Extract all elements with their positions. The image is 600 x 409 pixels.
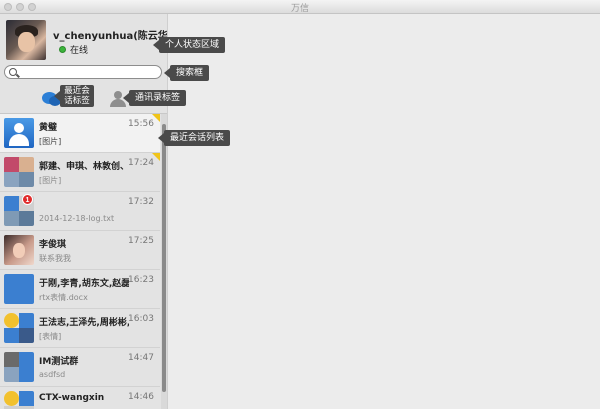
conversation-time: 17:32 — [128, 197, 154, 207]
conversation-time: 16:23 — [128, 275, 154, 285]
list-item[interactable]: 于刚,李青,胡东文,赵磊, 16:23 rtx表情.docx — [0, 270, 160, 309]
conversation-name: 黄璧 — [39, 123, 58, 133]
callout-search-box: 搜索框 — [163, 65, 210, 81]
search-icon — [9, 68, 17, 76]
group-avatar — [4, 352, 34, 382]
conversation-name: 李俊琪 — [39, 240, 67, 250]
scrollbar-thumb[interactable] — [162, 124, 166, 392]
callout-recent-tab: 最近会话标签 — [54, 85, 94, 107]
list-item[interactable]: 郭建、申琪、林敦创、张 17:24 [图片] — [0, 153, 160, 192]
callout-profile-area: 个人状态区域 — [152, 37, 226, 53]
callout-contacts-tab: 通讯录标签 — [122, 90, 187, 106]
group-avatar — [4, 157, 34, 187]
search-input[interactable] — [19, 66, 157, 78]
conversation-name: 于刚,李青,胡东文,赵磊, — [39, 279, 129, 289]
conversation-preview: [图片] — [39, 137, 62, 146]
my-avatar[interactable] — [6, 20, 46, 60]
list-item[interactable]: CTX-wangxin 14:46 fd — [0, 387, 160, 409]
online-status-icon[interactable] — [59, 46, 66, 53]
photo-avatar — [4, 235, 34, 265]
conversation-name: 王法志,王泽先,周彬彬,邢 — [39, 318, 129, 328]
callout-chat-list: 最近会话列表 — [157, 130, 231, 146]
conversation-name: 郭建、申琪、林敦创、张 — [39, 162, 129, 172]
flag-icon — [152, 153, 160, 161]
conversation-preview: 2014-12-18-log.txt — [39, 214, 115, 223]
recent-chat-list[interactable]: 黄璧 15:56 [图片] 郭建、申琪、林敦创、张 17:24 [图片] 1 1… — [0, 114, 160, 409]
list-item[interactable]: 1 17:32 2014-12-18-log.txt — [0, 192, 160, 231]
title-bar: 万信 — [0, 0, 600, 14]
conversation-time: 16:03 — [128, 314, 154, 324]
conversation-preview: 联系我我 — [39, 254, 71, 263]
unread-badge: 1 — [22, 194, 33, 205]
status-text[interactable]: 在线 — [70, 43, 88, 56]
sidebar: v_chenyunhua(陈云华) 在线 黄璧 15:56 [图片] 郭建、申琪… — [0, 14, 168, 409]
group-avatar — [4, 391, 34, 409]
conversation-time: 14:47 — [128, 353, 154, 363]
conversation-time: 17:24 — [128, 158, 154, 168]
list-item[interactable]: 王法志,王泽先,周彬彬,邢 16:03 [表情] — [0, 309, 160, 348]
conversation-preview: asdfsd — [39, 370, 66, 379]
list-item[interactable]: 黄璧 15:56 [图片] — [0, 114, 160, 153]
list-item[interactable]: 李俊琪 17:25 联系我我 — [0, 231, 160, 270]
conversation-preview: rtx表情.docx — [39, 293, 88, 302]
default-user-icon — [4, 118, 34, 148]
conversation-time: 14:46 — [128, 392, 154, 402]
conversation-name: CTX-wangxin — [39, 393, 105, 403]
group-avatar — [4, 274, 34, 304]
conversation-preview: [表情] — [39, 332, 62, 341]
group-avatar — [4, 313, 34, 343]
main-panel — [169, 14, 600, 409]
username: v_chenyunhua(陈云华) — [53, 31, 168, 42]
list-item[interactable]: IM测试群 14:47 asdfsd — [0, 348, 160, 387]
search-box[interactable] — [4, 65, 162, 79]
avatar-face — [18, 32, 35, 52]
person-icon — [114, 91, 122, 99]
conversation-preview: [图片] — [39, 176, 62, 185]
conversation-time: 17:25 — [128, 236, 154, 246]
window-title: 万信 — [290, 4, 309, 14]
flag-icon — [152, 114, 160, 122]
conversation-name: IM测试群 — [39, 357, 79, 367]
conversation-time: 15:56 — [128, 119, 154, 129]
